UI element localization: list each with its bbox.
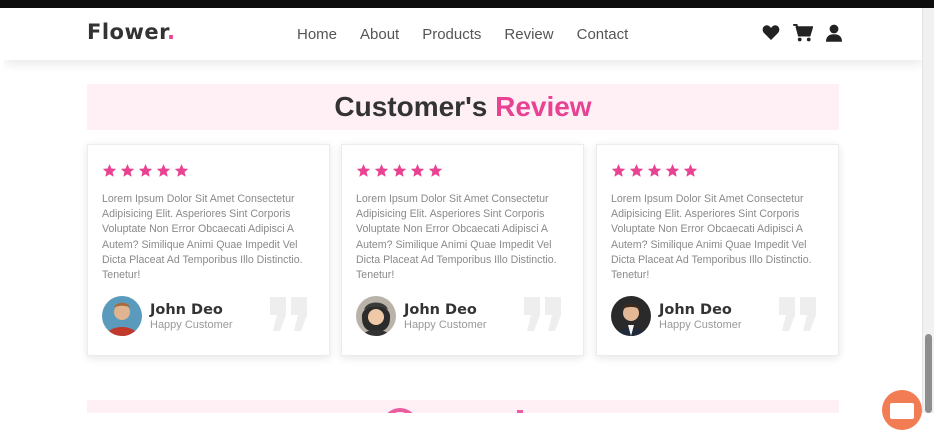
nav-review[interactable]: Review [504, 26, 553, 43]
title-accent: Review [495, 91, 592, 122]
star-icon [120, 163, 135, 177]
star-icon [392, 163, 407, 177]
section-title-bar: Customer's Review [87, 84, 839, 130]
star-icon [683, 163, 698, 177]
nav-home[interactable]: Home [297, 26, 337, 43]
customer-role: Happy Customer [150, 319, 233, 331]
customer-role: Happy Customer [404, 319, 487, 331]
logo-text: Flower [87, 20, 167, 44]
site-header: Flower. Home About Products Review Conta… [4, 8, 922, 60]
customer-name: John Deo [404, 302, 477, 318]
review-text: Lorem Ipsum Dolor Sit Amet Consectetur A… [356, 193, 557, 282]
nav-products[interactable]: Products [422, 26, 481, 43]
avatar [611, 296, 651, 336]
avatar [102, 296, 142, 336]
star-icon [410, 163, 425, 177]
review-text: Lorem Ipsum Dolor Sit Amet Consectetur A… [611, 193, 812, 282]
star-icon [428, 163, 443, 177]
next-title-fragment [382, 408, 418, 413]
star-icon [356, 163, 371, 177]
star-icon [174, 163, 189, 177]
star-icon [611, 163, 626, 177]
star-icon [102, 163, 117, 177]
star-icon [665, 163, 680, 177]
review-card: Lorem Ipsum Dolor Sit Amet Consectetur A… [87, 144, 330, 356]
user-icon[interactable] [826, 24, 842, 42]
star-icon [647, 163, 662, 177]
heart-icon[interactable] [762, 24, 780, 42]
quote-icon [268, 295, 310, 337]
review-card: Lorem Ipsum Dolor Sit Amet Consectetur A… [596, 144, 839, 356]
next-section-title-bar [87, 400, 839, 413]
nav-about[interactable]: About [360, 26, 399, 43]
avatar [356, 296, 396, 336]
star-icon [629, 163, 644, 177]
scrollbar-thumb[interactable] [925, 334, 932, 413]
customer-role: Happy Customer [659, 319, 742, 331]
browser-top-strip [0, 0, 934, 8]
floating-action-button[interactable] [882, 390, 922, 430]
scrollbar[interactable] [922, 8, 934, 413]
star-icon [156, 163, 171, 177]
star-rating [611, 163, 698, 178]
quote-icon [522, 295, 564, 337]
review-text: Lorem Ipsum Dolor Sit Amet Consectetur A… [102, 193, 303, 282]
star-icon [138, 163, 153, 177]
header-icons [762, 24, 842, 42]
customer-name: John Deo [150, 302, 223, 318]
title-main: Customer's [334, 91, 496, 122]
customer-name: John Deo [659, 302, 732, 318]
logo[interactable]: Flower. [87, 20, 175, 44]
star-rating [356, 163, 443, 178]
cart-icon[interactable] [793, 24, 813, 42]
review-card: Lorem Ipsum Dolor Sit Amet Consectetur A… [341, 144, 584, 356]
star-rating [102, 163, 189, 178]
logo-dot: . [166, 20, 176, 44]
star-icon [374, 163, 389, 177]
code-window-icon [890, 403, 914, 419]
page: Flower. Home About Products Review Conta… [4, 8, 922, 413]
quote-icon [777, 295, 819, 337]
nav-contact[interactable]: Contact [577, 26, 629, 43]
section-title: Customer's Review [87, 84, 839, 130]
main-nav: Home About Products Review Contact [297, 26, 651, 43]
